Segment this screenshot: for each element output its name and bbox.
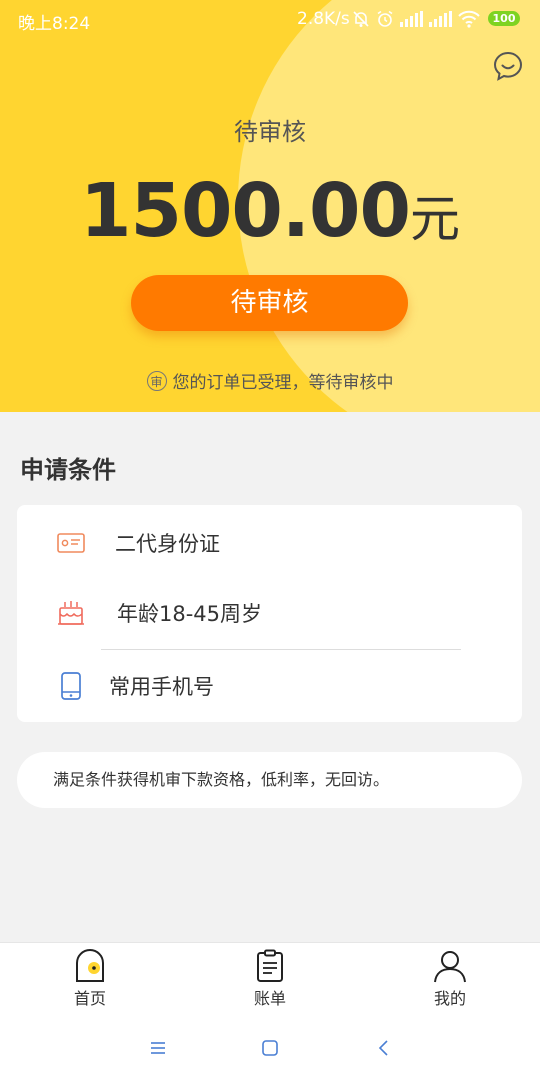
amount-display: 1500.00元 [0, 168, 540, 254]
card-divider [101, 649, 461, 650]
profile-icon [434, 951, 466, 983]
conditions-title: 申请条件 [20, 456, 116, 484]
birthday-cake-icon [58, 601, 84, 625]
wifi-icon [458, 10, 480, 28]
notice-text: 您的订单已受理，等待审核中 [172, 373, 394, 393]
amount-unit: 元 [410, 190, 461, 248]
status-title: 待审核 [234, 118, 306, 146]
condition-label: 年龄18-45周岁 [117, 602, 263, 626]
condition-label: 常用手机号 [109, 675, 214, 699]
amount-value: 1500.00 [79, 168, 411, 254]
tab-profile-label: 我的 [433, 989, 466, 1008]
conditions-tip: 满足条件获得机审下款资格，低利率，无回访。 [17, 752, 522, 808]
condition-label: 二代身份证 [115, 532, 220, 556]
id-card-icon [57, 533, 85, 553]
condition-item: 二代身份证 [17, 513, 522, 573]
status-icons [352, 10, 480, 28]
silent-bell-icon [353, 11, 369, 27]
order-notice: 审 您的订单已受理，等待审核中 [0, 368, 540, 393]
alarm-icon [377, 10, 393, 27]
system-nav-bar [0, 1018, 540, 1080]
hero-panel: 晚上8:24 2.8K/s 100 待审核 1500.00元 待审核 审 您的订… [0, 0, 540, 412]
signal-icon [400, 11, 423, 27]
menu-icon[interactable] [146, 1036, 170, 1060]
condition-item: 常用手机号 [17, 656, 522, 716]
hd-signal-icon [429, 11, 452, 27]
status-time: 晚上8:24 [18, 14, 91, 34]
status-bar: 晚上8:24 2.8K/s 100 [0, 0, 540, 38]
condition-item: 年龄18-45周岁 [17, 583, 522, 643]
back-icon[interactable] [372, 1036, 396, 1060]
mobile-phone-icon [61, 672, 81, 700]
status-net-speed: 2.8K/s [297, 9, 350, 29]
tab-profile[interactable]: 我的 [410, 949, 490, 1009]
review-seal-icon: 审 [146, 370, 167, 391]
home-icon [76, 949, 104, 982]
tab-bill[interactable]: 账单 [230, 949, 310, 1009]
chat-icon[interactable] [492, 50, 524, 82]
home-square-icon[interactable] [258, 1036, 282, 1060]
tab-bill-label: 账单 [253, 989, 286, 1008]
conditions-card: 二代身份证 年龄18-45周岁 常用手机号 [17, 505, 522, 722]
tab-home-label: 首页 [73, 989, 106, 1008]
pending-review-button[interactable]: 待审核 [131, 275, 408, 331]
battery-icon: 100 [488, 11, 520, 26]
bill-icon [257, 949, 283, 982]
tab-home[interactable]: 首页 [50, 949, 130, 1009]
bottom-tab-bar: 首页 账单 我的 [0, 942, 540, 1019]
